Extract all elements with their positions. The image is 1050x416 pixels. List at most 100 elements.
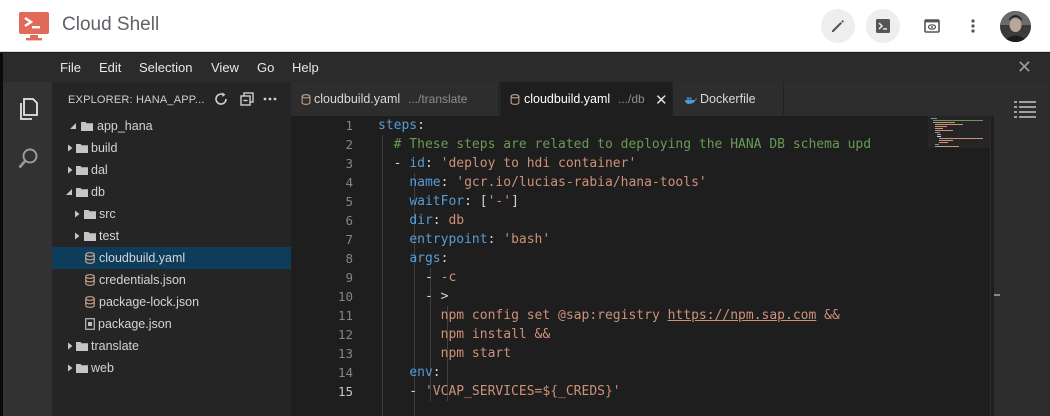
tab-label: cloudbuild.yaml (314, 92, 401, 106)
tree-item-label: dal (91, 163, 108, 177)
code-line: - 'VCAP_SERVICES=${_CREDS}' (378, 382, 620, 401)
menu-selection[interactable]: Selection (139, 60, 192, 75)
tree-item-label: test (99, 229, 120, 243)
tree-item-test[interactable]: test (52, 225, 291, 247)
code-token: : (440, 251, 449, 266)
edit-button[interactable] (821, 9, 855, 43)
preview-icon (924, 19, 940, 33)
code-line: waitFor: ['-'] (378, 192, 519, 211)
code-token: 'deploy to hdi container' (440, 156, 637, 171)
database-file-icon (301, 94, 311, 105)
menu-view[interactable]: View (211, 60, 239, 75)
panel-resize-handle[interactable] (994, 294, 1000, 296)
line-number: 11 (337, 308, 353, 323)
tree-item-label: credentials.json (99, 273, 186, 287)
folder-icon (81, 122, 93, 131)
refresh-icon[interactable] (213, 91, 229, 107)
code-line: npm start (378, 344, 511, 363)
tree-item-label: translate (91, 339, 139, 353)
tree-item-label: web (91, 361, 114, 375)
menu-file[interactable]: File (60, 60, 81, 75)
code-token[interactable]: https://npm.sap.com (668, 308, 817, 323)
code-token: - (378, 270, 441, 285)
docker-icon (685, 97, 697, 104)
database-file-icon (85, 274, 95, 286)
code-token: - > (378, 289, 449, 304)
explorer-title: EXPLORER: HANA_APP... (68, 94, 205, 106)
web-preview-button[interactable] (915, 9, 949, 43)
menu-help[interactable]: Help (292, 60, 319, 75)
code-token: entrypoint (409, 232, 488, 247)
tree-item-package-lock-json[interactable]: package-lock.json (52, 291, 291, 313)
json-file-icon (85, 318, 95, 330)
menu-bar: File Edit Selection View Go Help ✕ (0, 53, 1050, 82)
line-number: 2 (345, 137, 353, 152)
search-icon[interactable] (16, 146, 42, 172)
outline-list-icon[interactable] (1014, 100, 1036, 118)
chevron-right-icon (68, 364, 73, 372)
more-horiz-icon[interactable] (262, 91, 278, 107)
more-options-button[interactable] (956, 9, 990, 43)
code-editor[interactable]: 1 2 3 4 5 6 7 8 9 10 11 12 13 14 15 steps: # These ste… (291, 116, 994, 416)
code-line: npm config set @sap:registry https://npm… (378, 306, 840, 325)
code-token: args (409, 251, 441, 266)
chevron-right-icon (68, 342, 73, 350)
explorer-files-icon[interactable] (16, 96, 42, 122)
code-line: steps: (378, 116, 425, 135)
terminal-icon (876, 19, 890, 33)
folder-icon (76, 342, 88, 351)
tree-item-translate[interactable]: translate (52, 335, 291, 357)
collapse-all-icon[interactable] (239, 91, 255, 107)
tree-item-dal[interactable]: dal (52, 159, 291, 181)
tree-item-web[interactable]: web (52, 357, 291, 379)
code-line: # These steps are related to deploying t… (378, 135, 871, 154)
tree-item-label: app_hana (97, 119, 153, 133)
code-token: ] (511, 194, 519, 209)
tree-item-src[interactable]: src (52, 203, 291, 225)
terminal-button[interactable] (866, 9, 900, 43)
tab-dockerfile[interactable]: Dockerfile (674, 82, 784, 116)
code-token: 'bash' (503, 232, 551, 247)
tree-item-package-json[interactable]: package.json (52, 313, 291, 335)
tab-cloudbuild-translate[interactable]: cloudbuild.yaml .../translate (291, 82, 499, 116)
editor-tabs: cloudbuild.yaml .../translate cloudbuild… (291, 82, 994, 116)
code-token: env (409, 365, 433, 380)
tree-item-label: src (99, 207, 116, 221)
minimap[interactable] (928, 116, 990, 148)
explorer-header: EXPLORER: HANA_APP... (52, 82, 291, 116)
tree-item-cloudbuild-yaml[interactable]: cloudbuild.yaml (52, 247, 291, 269)
close-editor-icon[interactable]: ✕ (1017, 58, 1032, 76)
code-token: - (378, 384, 425, 399)
folder-icon (84, 232, 96, 241)
tree-item-label: package.json (98, 317, 172, 331)
menu-edit[interactable]: Edit (99, 60, 121, 75)
tab-cloudbuild-db[interactable]: cloudbuild.yaml .../db ✕ (500, 82, 673, 116)
tree-item-credentials-json[interactable]: credentials.json (52, 269, 291, 291)
user-avatar[interactable] (1000, 11, 1031, 42)
more-vert-icon (971, 19, 975, 33)
line-number: 6 (345, 213, 353, 228)
code-token: : (424, 156, 441, 171)
tree-item-app-hana[interactable]: app_hana (52, 115, 291, 137)
code-token: : (432, 365, 441, 380)
code-token: waitFor (409, 194, 465, 209)
menu-go[interactable]: Go (257, 60, 274, 75)
tree-item-db[interactable]: db (52, 181, 291, 203)
code-token: : (440, 175, 457, 190)
code-token: : (432, 213, 449, 228)
code-token: : [ (464, 194, 488, 209)
folder-icon (76, 364, 88, 373)
close-tab-icon[interactable]: ✕ (655, 91, 668, 109)
code-line: - id: 'deploy to hdi container' (378, 154, 637, 173)
line-number: 5 (345, 194, 353, 209)
tab-label: cloudbuild.yaml (524, 92, 611, 106)
tree-item-build[interactable]: build (52, 137, 291, 159)
code-token: 'gcr.io/lucias-rabia/hana-tools' (456, 175, 707, 190)
